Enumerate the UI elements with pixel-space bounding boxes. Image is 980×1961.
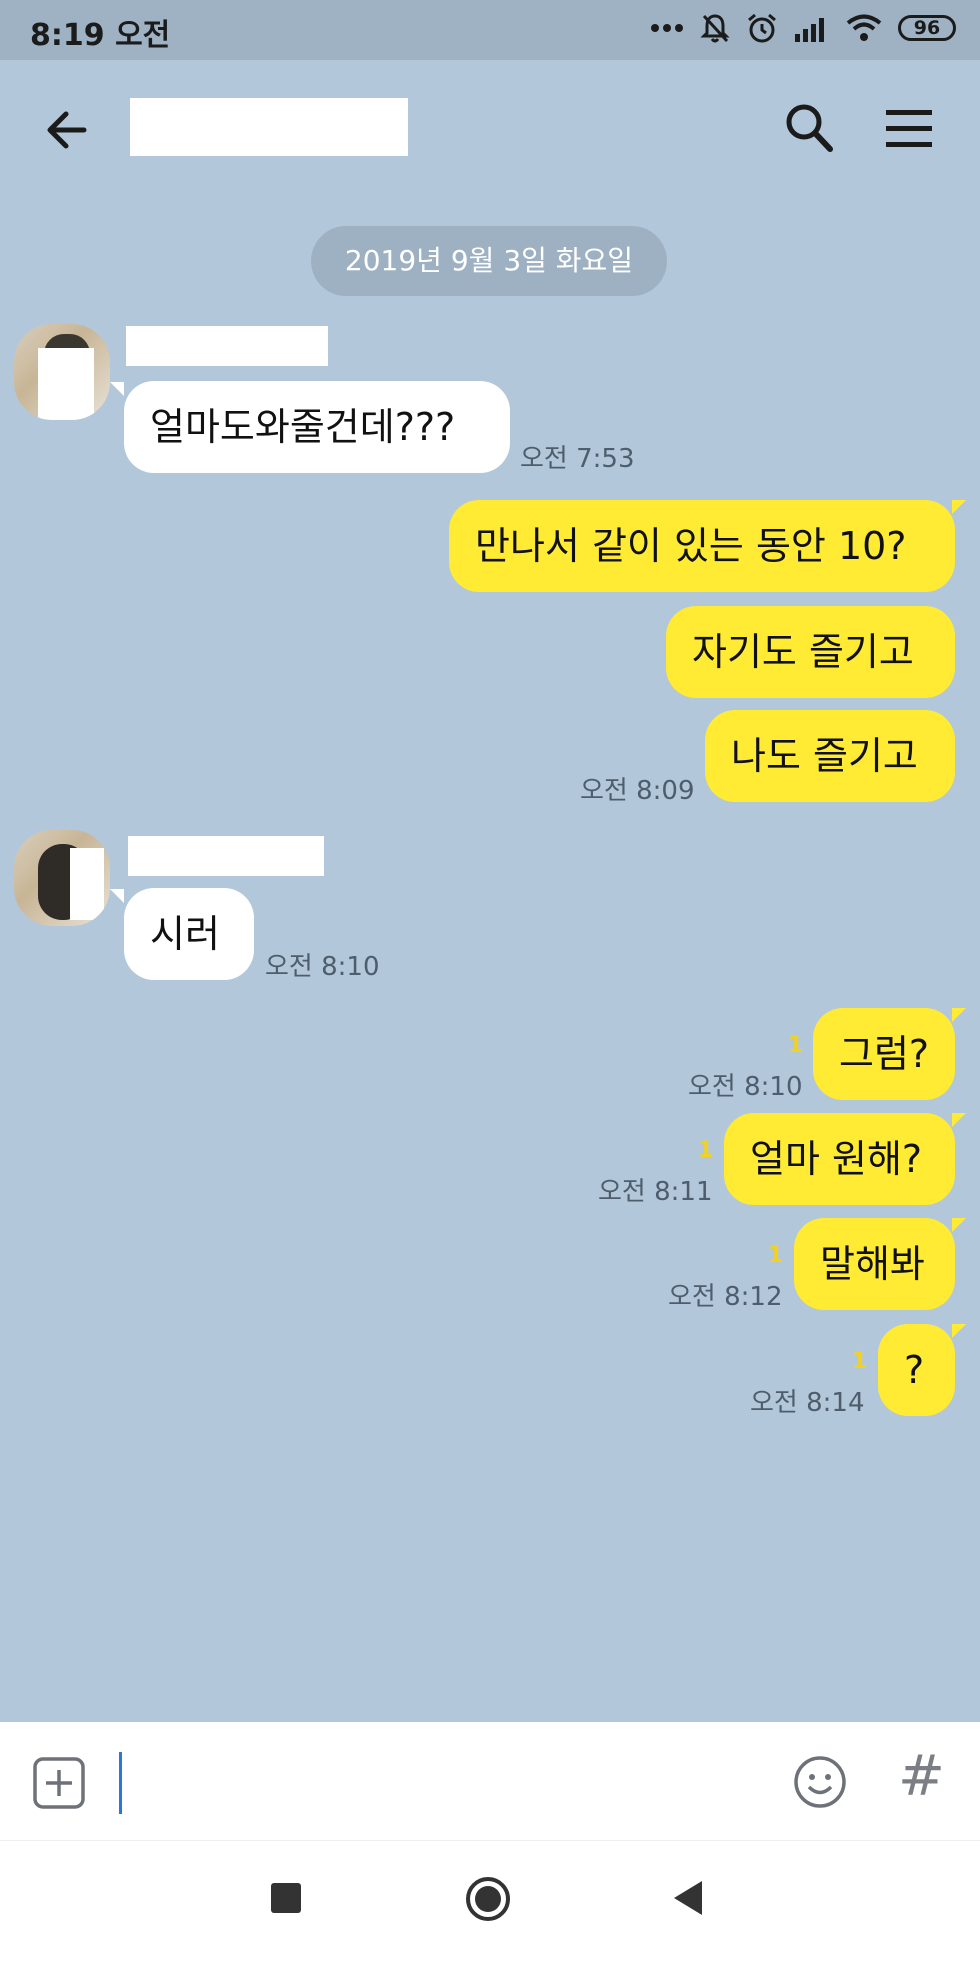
message-time: 오전 8:14 <box>750 1388 865 1418</box>
avatar[interactable] <box>14 324 110 420</box>
message-bubble[interactable]: 자기도 즐기고 <box>666 606 955 698</box>
sender-name-redacted <box>126 326 328 366</box>
message-time: 오전 8:12 <box>668 1282 783 1312</box>
more-dots-icon <box>651 24 683 32</box>
status-time: 8:19 오전 <box>30 18 171 53</box>
chat-header <box>0 60 980 200</box>
message-bubble[interactable]: 만나서 같이 있는 동안 10? <box>449 500 955 592</box>
message-bubble[interactable]: 그럼? <box>813 1008 955 1100</box>
search-icon[interactable] <box>784 102 834 154</box>
alarm-icon <box>748 13 776 43</box>
back-triangle-icon[interactable] <box>674 1881 702 1915</box>
recent-apps-icon[interactable] <box>271 1883 301 1913</box>
message-time: 오전 8:11 <box>598 1177 713 1207</box>
plus-box-icon[interactable] <box>32 1756 86 1810</box>
battery-indicator: 96 <box>898 15 956 41</box>
message-time: 오전 7:53 <box>520 444 635 474</box>
date-divider: 2019년 9월 3일 화요일 <box>311 226 667 296</box>
mute-bell-icon <box>700 14 730 43</box>
unread-count: 1 <box>768 1243 784 1268</box>
unread-count: 1 <box>788 1033 804 1058</box>
message-bubble[interactable]: 얼마도와줄건데??? <box>124 381 510 473</box>
signal-icon <box>795 18 824 42</box>
message-time: 오전 8:09 <box>580 776 695 806</box>
menu-icon[interactable] <box>884 106 934 152</box>
unread-count: 1 <box>852 1349 868 1374</box>
message-input[interactable] <box>119 1752 122 1814</box>
sender-name-redacted <box>128 836 324 876</box>
unread-count: 1 <box>698 1138 714 1163</box>
wifi-icon <box>846 14 882 41</box>
status-bar: 8:19 오전 96 <box>0 0 980 60</box>
status-icons: 96 <box>650 12 956 44</box>
message-input-bar: # <box>0 1722 980 1840</box>
home-icon[interactable] <box>466 1877 510 1921</box>
message-bubble[interactable]: 말해봐 <box>794 1218 955 1310</box>
message-bubble[interactable]: 시러 <box>124 888 254 980</box>
message-bubble[interactable]: 얼마 원해? <box>724 1113 955 1205</box>
system-nav-bar <box>0 1840 980 1961</box>
hashtag-button[interactable]: # <box>898 1744 945 1809</box>
message-time: 오전 8:10 <box>265 952 380 982</box>
back-arrow-icon[interactable] <box>42 105 92 155</box>
message-time: 오전 8:10 <box>688 1072 803 1102</box>
avatar[interactable] <box>14 830 110 926</box>
message-bubble[interactable]: ? <box>878 1324 955 1416</box>
message-bubble[interactable]: 나도 즐기고 <box>705 710 955 802</box>
emoji-icon[interactable] <box>792 1754 848 1810</box>
chat-title-redacted <box>130 98 408 156</box>
